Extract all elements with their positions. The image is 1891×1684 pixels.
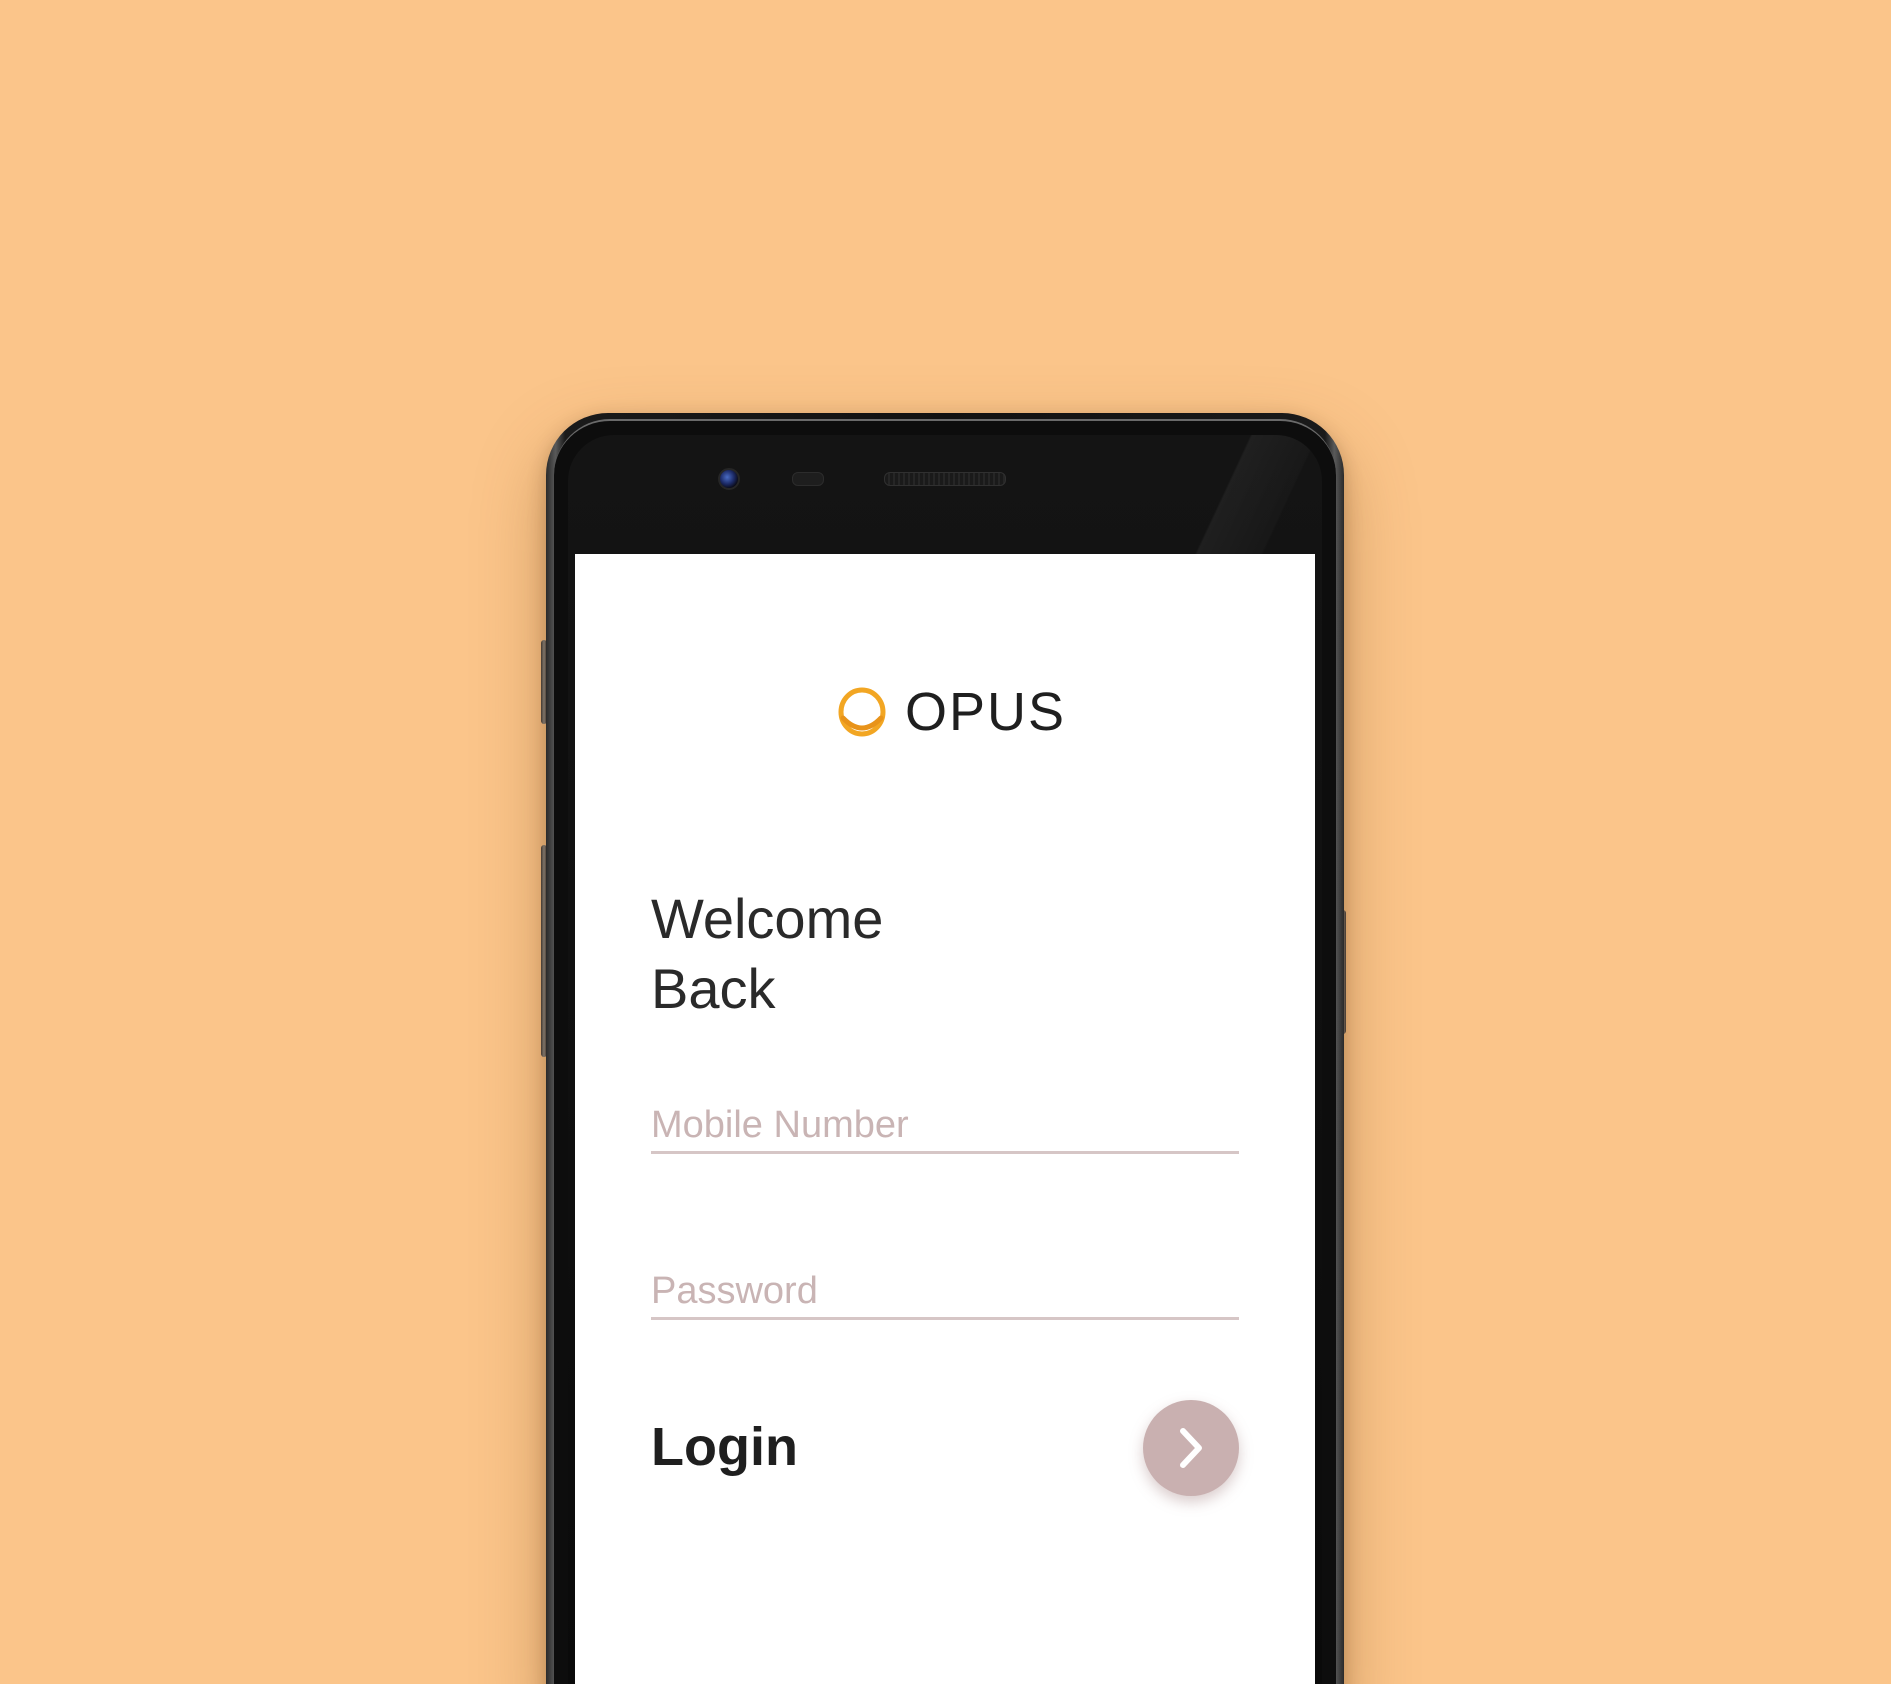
earpiece-speaker: [884, 472, 1006, 486]
brand-name: OPUS: [905, 682, 1067, 742]
welcome-line-1: Welcome: [651, 887, 884, 950]
chevron-right-icon: [1180, 1428, 1202, 1468]
mobile-number-input[interactable]: [651, 1104, 1239, 1151]
welcome-line-2: Back: [651, 957, 776, 1020]
background: OPUS Welcome Back Login: [0, 0, 1891, 1684]
welcome-heading: Welcome Back: [651, 884, 883, 1024]
password-input[interactable]: [651, 1270, 1239, 1317]
brand-logo: OPUS: [837, 682, 1066, 742]
glass-glare: [1162, 435, 1322, 565]
front-camera-icon: [718, 468, 740, 490]
mobile-number-field: [651, 1104, 1239, 1154]
login-label: Login: [651, 1417, 798, 1477]
proximity-sensor: [792, 472, 824, 486]
app-screen: OPUS Welcome Back Login: [575, 554, 1315, 1684]
opus-ring-icon: [838, 687, 886, 737]
login-button[interactable]: [1143, 1400, 1239, 1496]
password-field: [651, 1270, 1239, 1320]
